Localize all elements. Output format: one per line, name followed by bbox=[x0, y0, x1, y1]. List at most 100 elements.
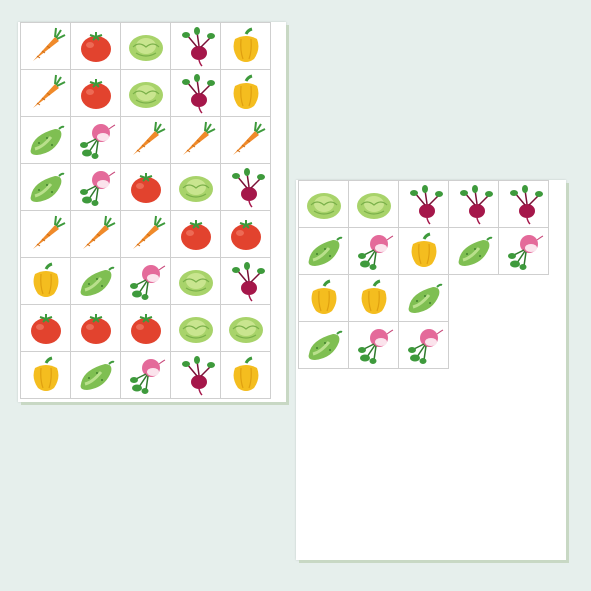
right-sheet-card[interactable] bbox=[299, 275, 349, 322]
pepper-icon bbox=[33, 262, 58, 297]
pepper-icon bbox=[311, 279, 336, 314]
left-sheet-card[interactable] bbox=[221, 23, 271, 70]
tomato-icon bbox=[180, 220, 211, 250]
left-sheet-card[interactable] bbox=[121, 70, 171, 117]
cabbage-icon bbox=[306, 193, 341, 219]
left-sheet-card[interactable] bbox=[21, 211, 71, 258]
radish-icon bbox=[79, 124, 115, 159]
left-sheet-card[interactable] bbox=[171, 70, 221, 117]
carrot-icon bbox=[32, 215, 65, 249]
right-sheet-empty-slot bbox=[499, 275, 549, 322]
left-sheet-card[interactable] bbox=[121, 23, 171, 70]
cucumber-icon bbox=[30, 125, 64, 155]
left-sheet-card[interactable] bbox=[71, 23, 121, 70]
left-sheet-card[interactable] bbox=[121, 211, 171, 258]
right-sheet-empty-slot bbox=[499, 322, 549, 369]
right-sheet-card[interactable] bbox=[449, 228, 499, 275]
carrot-icon bbox=[232, 121, 265, 155]
left-sheet-card[interactable] bbox=[221, 211, 271, 258]
cucumber-icon bbox=[308, 330, 342, 360]
left-sheet-card[interactable] bbox=[121, 258, 171, 305]
left-sheet-card[interactable] bbox=[71, 305, 121, 352]
cucumber-icon bbox=[308, 236, 342, 266]
left-sheet-card[interactable] bbox=[21, 305, 71, 352]
cucumber-icon bbox=[458, 236, 492, 266]
tomato-icon bbox=[130, 173, 161, 203]
right-sheet-card[interactable] bbox=[299, 181, 349, 228]
tomato-icon bbox=[230, 220, 261, 250]
cabbage-icon bbox=[178, 270, 213, 296]
right-sheet-card[interactable] bbox=[399, 181, 449, 228]
right-sheet-card[interactable] bbox=[349, 322, 399, 369]
left-sheet-card[interactable] bbox=[221, 164, 271, 211]
left-sheet-card[interactable] bbox=[71, 258, 121, 305]
tomato-icon bbox=[80, 32, 111, 62]
left-sheet-card[interactable] bbox=[71, 352, 121, 399]
left-sheet-card[interactable] bbox=[121, 305, 171, 352]
beet-icon bbox=[181, 27, 215, 67]
left-sheet-card[interactable] bbox=[121, 117, 171, 164]
right-card-grid bbox=[298, 180, 549, 369]
right-sheet-card[interactable] bbox=[299, 228, 349, 275]
pepper-icon bbox=[33, 356, 58, 391]
left-sheet-card[interactable] bbox=[71, 70, 121, 117]
right-sheet-card[interactable] bbox=[349, 228, 399, 275]
left-sheet-card[interactable] bbox=[21, 164, 71, 211]
tomato-icon bbox=[80, 79, 111, 109]
beet-icon bbox=[231, 168, 265, 208]
left-sheet-card[interactable] bbox=[221, 117, 271, 164]
carrot-icon bbox=[32, 27, 65, 61]
carrot-icon bbox=[132, 215, 165, 249]
beet-icon bbox=[181, 74, 215, 114]
radish-icon bbox=[79, 171, 115, 206]
cabbage-icon bbox=[128, 82, 163, 108]
left-sheet-card[interactable] bbox=[71, 117, 121, 164]
right-sheet-card[interactable] bbox=[449, 181, 499, 228]
left-sheet-card[interactable] bbox=[171, 117, 221, 164]
left-sheet-card[interactable] bbox=[21, 23, 71, 70]
radish-icon bbox=[507, 235, 543, 270]
tomato-icon bbox=[130, 314, 161, 344]
left-sheet-card[interactable] bbox=[221, 258, 271, 305]
right-sheet-card[interactable] bbox=[499, 181, 549, 228]
cabbage-icon bbox=[178, 317, 213, 343]
right-sheet-card[interactable] bbox=[399, 228, 449, 275]
beet-icon bbox=[231, 262, 265, 302]
left-sheet-card[interactable] bbox=[221, 352, 271, 399]
right-sheet-card[interactable] bbox=[399, 275, 449, 322]
beet-icon bbox=[509, 185, 543, 225]
beet-icon bbox=[181, 356, 215, 396]
tomato-icon bbox=[30, 314, 61, 344]
right-sheet-card[interactable] bbox=[499, 228, 549, 275]
left-sheet-card[interactable] bbox=[21, 70, 71, 117]
cucumber-icon bbox=[30, 172, 64, 202]
left-sheet-card[interactable] bbox=[171, 258, 221, 305]
left-sheet-card[interactable] bbox=[71, 211, 121, 258]
left-sheet-card[interactable] bbox=[171, 23, 221, 70]
left-sheet-card[interactable] bbox=[171, 211, 221, 258]
pepper-icon bbox=[361, 279, 386, 314]
left-sheet-card[interactable] bbox=[121, 164, 171, 211]
carrot-icon bbox=[32, 74, 65, 108]
radish-icon bbox=[407, 329, 443, 364]
radish-icon bbox=[129, 265, 165, 300]
right-sheet-card[interactable] bbox=[299, 322, 349, 369]
right-sheet-card[interactable] bbox=[349, 181, 399, 228]
left-sheet-card[interactable] bbox=[171, 164, 221, 211]
left-sheet-card[interactable] bbox=[221, 70, 271, 117]
left-sheet-card[interactable] bbox=[21, 352, 71, 399]
carrot-icon bbox=[182, 121, 215, 155]
left-sheet-card[interactable] bbox=[221, 305, 271, 352]
left-sheet-card[interactable] bbox=[171, 352, 221, 399]
right-sheet-card[interactable] bbox=[399, 322, 449, 369]
left-sheet-card[interactable] bbox=[21, 117, 71, 164]
beet-icon bbox=[459, 185, 493, 225]
right-sheet-card[interactable] bbox=[349, 275, 399, 322]
left-sheet-card[interactable] bbox=[21, 258, 71, 305]
left-sheet-card[interactable] bbox=[171, 305, 221, 352]
radish-icon bbox=[129, 359, 165, 394]
left-card-grid bbox=[20, 22, 271, 399]
left-sheet-card[interactable] bbox=[121, 352, 171, 399]
radish-icon bbox=[357, 329, 393, 364]
left-sheet-card[interactable] bbox=[71, 164, 121, 211]
